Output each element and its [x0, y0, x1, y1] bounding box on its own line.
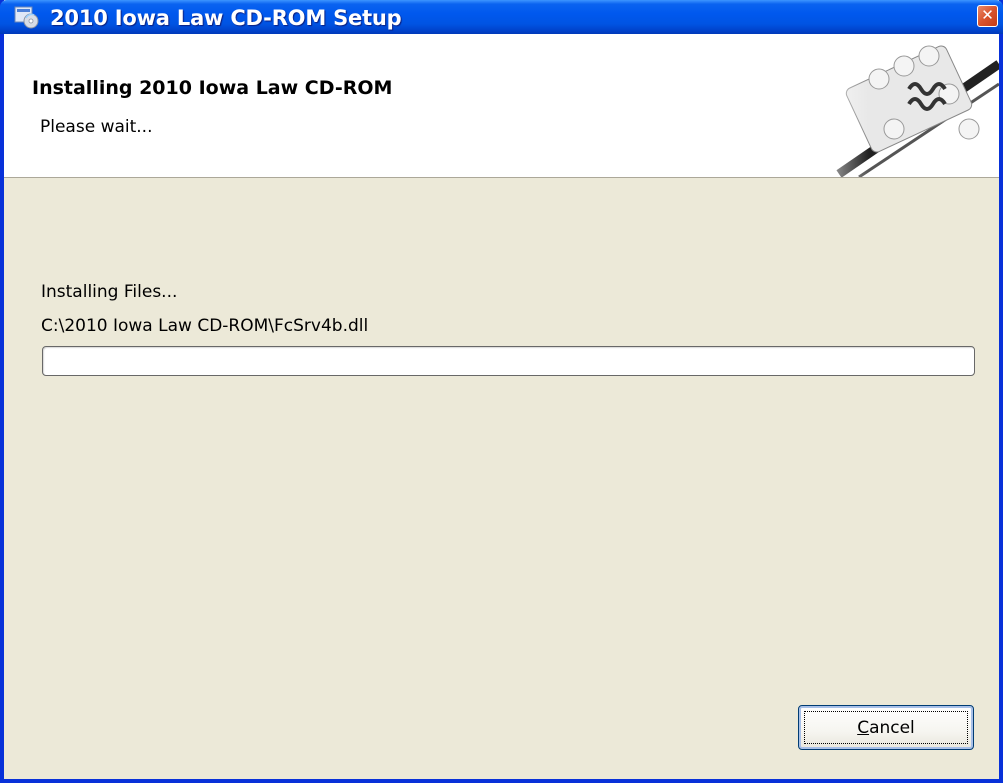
setup-window: 2010 Iowa Law CD-ROM Setup ✕ Installing …	[0, 0, 1003, 783]
close-icon: ✕	[981, 6, 994, 24]
cancel-button[interactable]: Cancel	[798, 705, 974, 750]
setup-cd-icon	[14, 6, 39, 29]
window-title: 2010 Iowa Law CD-ROM Setup	[50, 6, 402, 30]
focus-rectangle	[804, 711, 968, 744]
title-bar[interactable]: 2010 Iowa Law CD-ROM Setup ✕	[0, 0, 1003, 34]
banner-title: Installing 2010 Iowa Law CD-ROM	[32, 77, 393, 99]
banner-subtitle: Please wait...	[40, 117, 153, 137]
install-progress-bar	[42, 346, 975, 376]
close-button[interactable]: ✕	[977, 5, 998, 27]
installer-gears-icon	[799, 34, 999, 177]
status-label: Installing Files...	[41, 282, 178, 302]
header-banner: Installing 2010 Iowa Law CD-ROM Please w…	[4, 34, 999, 178]
current-file-path: C:\2010 Iowa Law CD-ROM\FcSrv4b.dll	[41, 316, 369, 336]
